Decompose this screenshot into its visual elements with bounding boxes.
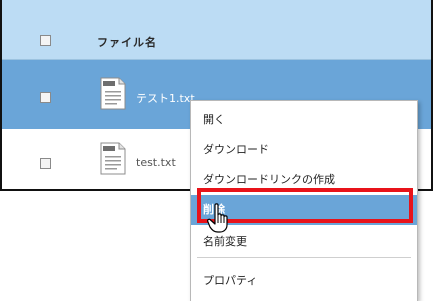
file-name[interactable]: test.txt xyxy=(136,156,176,169)
select-all-checkbox[interactable] xyxy=(40,35,51,46)
file-name[interactable]: テスト1.txt xyxy=(136,90,195,106)
column-header-filename[interactable]: ファイル名 xyxy=(97,34,157,50)
text-file-icon xyxy=(100,77,126,110)
menu-item-open[interactable]: 開く xyxy=(191,105,417,135)
row-checkbox[interactable] xyxy=(40,158,51,169)
hand-cursor-icon xyxy=(207,203,228,233)
menu-separator xyxy=(197,257,411,258)
table-header: ファイル名 xyxy=(2,0,431,60)
row-checkbox[interactable] xyxy=(40,92,51,103)
menu-item-properties[interactable]: プロパティ xyxy=(191,266,417,296)
menu-item-download[interactable]: ダウンロード xyxy=(191,135,417,165)
text-file-icon xyxy=(100,142,126,175)
